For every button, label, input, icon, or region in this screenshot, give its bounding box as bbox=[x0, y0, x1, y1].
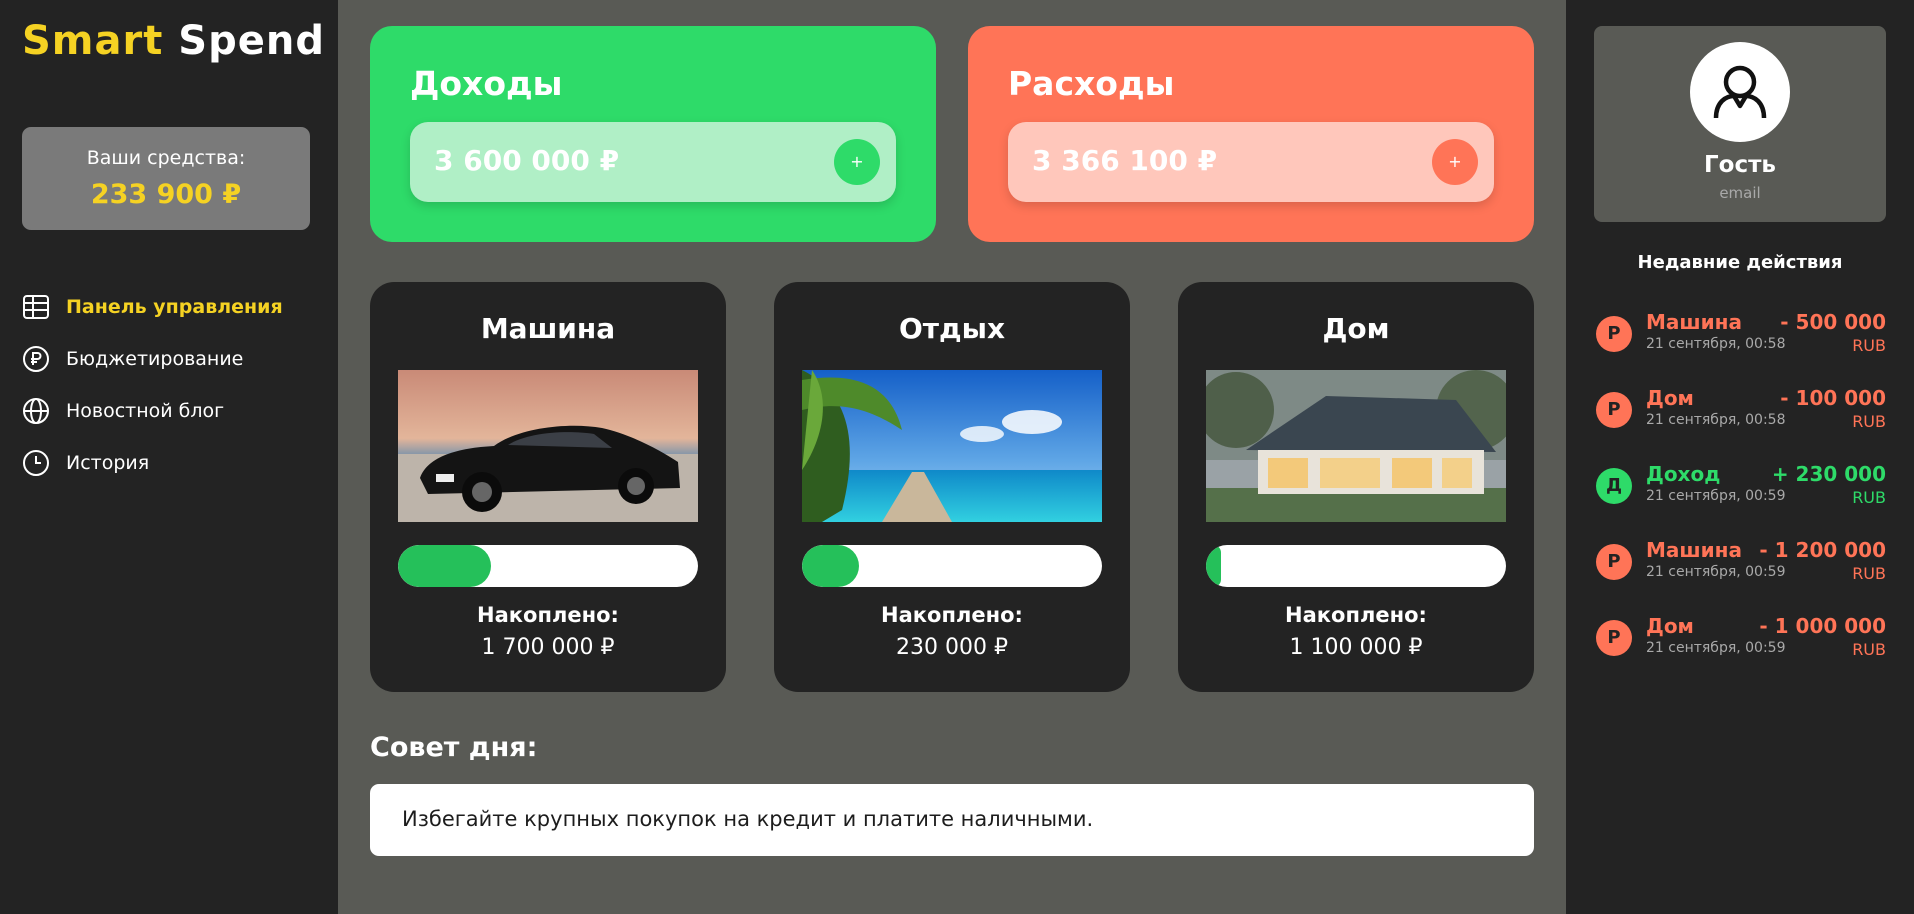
funds-label: Ваши средства: bbox=[86, 147, 246, 169]
expenses-title: Расходы bbox=[1008, 64, 1175, 103]
goal-card-car[interactable]: Машина Накоплено: 1 700 000 ₽ bbox=[370, 282, 726, 692]
clock-icon bbox=[22, 449, 50, 477]
action-currency: RUB bbox=[1852, 488, 1886, 507]
logo-part-smart: Smart bbox=[22, 18, 164, 64]
action-date: 21 сентября, 00:59 bbox=[1646, 488, 1786, 504]
nav-label-dashboard: Панель управления bbox=[66, 296, 283, 318]
action-date: 21 сентября, 00:59 bbox=[1646, 564, 1786, 580]
goal-title: Отдых bbox=[898, 312, 1006, 345]
action-currency: RUB bbox=[1852, 564, 1886, 583]
nav-label-news-blog: Новостной блог bbox=[66, 400, 225, 422]
goal-progress-bar bbox=[398, 545, 698, 587]
action-name: Дом bbox=[1646, 614, 1694, 638]
action-date: 21 сентября, 00:58 bbox=[1646, 412, 1786, 428]
nav-item-news-blog[interactable]: Новостной блог bbox=[22, 385, 283, 437]
nav-label-history: История bbox=[66, 452, 150, 474]
goal-saved-value: 1 100 000 ₽ bbox=[1289, 635, 1423, 660]
action-amount: + 230 000 bbox=[1771, 462, 1886, 486]
house-photo bbox=[1206, 370, 1506, 522]
goal-title: Дом bbox=[1322, 312, 1390, 345]
profile-card[interactable]: Гость email bbox=[1594, 26, 1886, 222]
tip-box: Избегайте крупных покупок на кредит и пл… bbox=[370, 784, 1534, 856]
income-title: Доходы bbox=[410, 64, 563, 103]
avatar[interactable] bbox=[1690, 42, 1790, 142]
goal-saved-value: 230 000 ₽ bbox=[896, 635, 1008, 660]
action-name: Машина bbox=[1646, 538, 1742, 562]
nav-item-history[interactable]: История bbox=[22, 437, 283, 489]
goal-progress-fill bbox=[802, 545, 859, 587]
goal-title: Машина bbox=[480, 312, 616, 345]
action-date: 21 сентября, 00:58 bbox=[1646, 336, 1786, 352]
recent-action-item[interactable]: Д Доход 21 сентября, 00:59 + 230 000 RUB bbox=[1596, 462, 1886, 522]
income-amount: 3 600 000 ₽ bbox=[434, 144, 620, 177]
expenses-card: Расходы 3 366 100 ₽ + bbox=[968, 26, 1534, 242]
expenses-amount: 3 366 100 ₽ bbox=[1032, 144, 1218, 177]
user-icon bbox=[1713, 65, 1767, 119]
action-amount: - 500 000 bbox=[1780, 310, 1886, 334]
dashboard-grid-icon bbox=[22, 293, 50, 321]
income-card: Доходы 3 600 000 ₽ + bbox=[370, 26, 936, 242]
profile-name: Гость bbox=[1704, 152, 1776, 178]
nav-item-dashboard[interactable]: Панель управления bbox=[22, 281, 283, 333]
globe-icon bbox=[22, 397, 50, 425]
action-amount: - 1 200 000 bbox=[1759, 538, 1886, 562]
goal-progress-bar bbox=[802, 545, 1102, 587]
goal-progress-bar bbox=[1206, 545, 1506, 587]
action-badge: Р bbox=[1596, 620, 1632, 656]
action-name: Дом bbox=[1646, 386, 1694, 410]
action-date: 21 сентября, 00:59 bbox=[1646, 640, 1786, 656]
goal-saved-value: 1 700 000 ₽ bbox=[481, 635, 615, 660]
action-currency: RUB bbox=[1852, 640, 1886, 659]
action-badge: Р bbox=[1596, 544, 1632, 580]
left-sidebar: Smart Spend Ваши средства: 233 900 ₽ Пан… bbox=[0, 0, 338, 914]
nav-item-budgeting[interactable]: Бюджетирование bbox=[22, 333, 283, 385]
action-badge: Р bbox=[1596, 316, 1632, 352]
goal-progress-fill bbox=[398, 545, 491, 587]
ruble-circle-icon bbox=[22, 345, 50, 373]
recent-action-item[interactable]: Р Машина 21 сентября, 00:58 - 500 000 RU… bbox=[1596, 310, 1886, 370]
car-photo bbox=[398, 370, 698, 522]
goal-card-vacation[interactable]: Отдых Накоплено: 230 000 ₽ bbox=[774, 282, 1130, 692]
action-badge: Р bbox=[1596, 392, 1632, 428]
recent-action-item[interactable]: Р Дом 21 сентября, 00:59 - 1 000 000 RUB bbox=[1596, 614, 1886, 674]
recent-action-item[interactable]: Р Машина 21 сентября, 00:59 - 1 200 000 … bbox=[1596, 538, 1886, 598]
beach-photo bbox=[802, 370, 1102, 522]
logo-part-spend: Spend bbox=[178, 18, 325, 64]
nav-label-budgeting: Бюджетирование bbox=[66, 348, 244, 370]
profile-email: email bbox=[1719, 184, 1761, 202]
goal-card-house[interactable]: Дом Накоплено: 1 100 000 ₽ bbox=[1178, 282, 1534, 692]
funds-value: 233 900 ₽ bbox=[90, 179, 242, 210]
add-income-button[interactable]: + bbox=[834, 139, 880, 185]
recent-actions-title: Недавние действия bbox=[1637, 252, 1843, 273]
goal-saved-label: Накоплено: bbox=[1285, 603, 1427, 627]
action-amount: - 1 000 000 bbox=[1759, 614, 1886, 638]
goal-saved-label: Накоплено: bbox=[881, 603, 1023, 627]
expenses-amount-box: 3 366 100 ₽ + bbox=[1008, 122, 1494, 202]
action-name: Доход bbox=[1646, 462, 1721, 486]
add-expense-button[interactable]: + bbox=[1432, 139, 1478, 185]
recent-action-item[interactable]: Р Дом 21 сентября, 00:58 - 100 000 RUB bbox=[1596, 386, 1886, 446]
action-amount: - 100 000 bbox=[1780, 386, 1886, 410]
main-nav: Панель управления Бюджетирование Новостн… bbox=[22, 281, 283, 489]
income-amount-box: 3 600 000 ₽ + bbox=[410, 122, 896, 202]
tip-title: Совет дня: bbox=[370, 732, 538, 763]
funds-card: Ваши средства: 233 900 ₽ bbox=[22, 127, 310, 230]
goal-progress-fill bbox=[1206, 545, 1221, 587]
app-logo[interactable]: Smart Spend bbox=[22, 18, 325, 64]
tip-text: Избегайте крупных покупок на кредит и пл… bbox=[402, 807, 1094, 831]
action-name: Машина bbox=[1646, 310, 1742, 334]
right-sidebar: Гость email Недавние действия Р Машина 2… bbox=[1566, 0, 1914, 914]
goal-saved-label: Накоплено: bbox=[477, 603, 619, 627]
action-currency: RUB bbox=[1852, 336, 1886, 355]
action-badge: Д bbox=[1596, 468, 1632, 504]
action-currency: RUB bbox=[1852, 412, 1886, 431]
